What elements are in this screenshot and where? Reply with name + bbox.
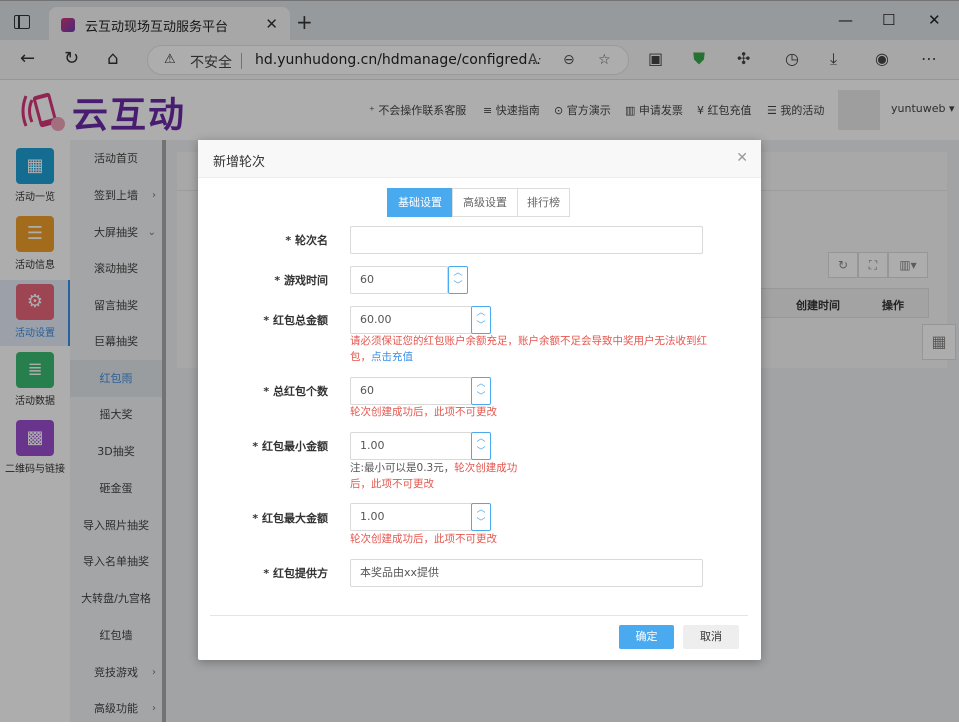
game-time-stepper[interactable]: ︿ ﹀ [448,266,468,294]
divider [210,615,748,616]
total-amount-label: * 红包总金额 [263,314,328,327]
round-name-input[interactable] [350,226,703,254]
cancel-button[interactable]: 取消 [683,625,739,649]
hint-text: 后，此项不可更改 [350,478,434,490]
chevron-down-icon[interactable]: ﹀ [472,446,490,459]
max-amount-input[interactable]: 1.00 [350,503,472,531]
total-count-stepper[interactable]: ︿ ﹀ [471,377,491,405]
max-amount-hint: 轮次创建成功后，此项不可更改 [350,533,497,545]
chevron-down-icon[interactable]: ﹀ [472,391,490,404]
tab-leaderboard[interactable]: 排行榜 [517,188,570,217]
total-count-label: * 总红包个数 [263,385,328,398]
total-count-hint: 轮次创建成功后，此项不可更改 [350,406,497,418]
min-amount-hint: 注:最小可以是0.3元，轮次创建成功后，此项不可更改 [350,460,525,492]
game-time-label: * 游戏时间 [274,274,328,287]
round-name-label: * 轮次名 [285,234,328,247]
provider-label: * 红包提供方 [263,567,328,580]
game-time-input[interactable]: 60 [350,266,448,294]
total-count-input[interactable]: 60 [350,377,472,405]
add-round-dialog: 新增轮次 ✕ 基础设置 高级设置 排行榜 * 轮次名 * 游戏时间 60 ︿ ﹀… [198,140,761,660]
dialog-title: 新增轮次 [213,155,266,170]
chevron-down-icon[interactable]: ﹀ [449,280,467,293]
chevron-up-icon[interactable]: ︿ [472,307,490,320]
total-amount-input[interactable]: 60.00 [350,306,472,334]
chevron-down-icon[interactable]: ﹀ [472,517,490,530]
recharge-link[interactable]: 点击充值 [371,351,413,363]
hint-note: 注:最小可以是0.3元， [350,462,455,474]
min-amount-label: * 红包最小金额 [252,440,328,453]
chevron-up-icon[interactable]: ︿ [472,504,490,517]
total-amount-stepper[interactable]: ︿ ﹀ [471,306,491,334]
chevron-up-icon[interactable]: ︿ [472,378,490,391]
tab-basic[interactable]: 基础设置 [387,188,453,217]
hint-text: 轮次创建成功 [454,462,518,474]
min-amount-input[interactable]: 1.00 [350,432,472,460]
provider-input[interactable]: 本奖品由xx提供 [350,559,703,587]
chevron-up-icon[interactable]: ︿ [472,433,490,446]
min-amount-stepper[interactable]: ︿ ﹀ [471,432,491,460]
chevron-down-icon[interactable]: ﹀ [472,320,490,333]
close-icon[interactable]: ✕ [736,150,748,166]
max-amount-label: * 红包最大金额 [252,512,328,525]
confirm-button[interactable]: 确定 [619,625,674,649]
max-amount-stepper[interactable]: ︿ ﹀ [471,503,491,531]
dialog-header: 新增轮次 ✕ [198,140,761,178]
chevron-up-icon[interactable]: ︿ [449,267,467,280]
tab-advanced[interactable]: 高级设置 [452,188,518,217]
total-amount-hint: 请必须保证您的红包账户余额充足，账户余额不足会导致中奖用户无法收到红包，点击充值 [350,333,710,365]
